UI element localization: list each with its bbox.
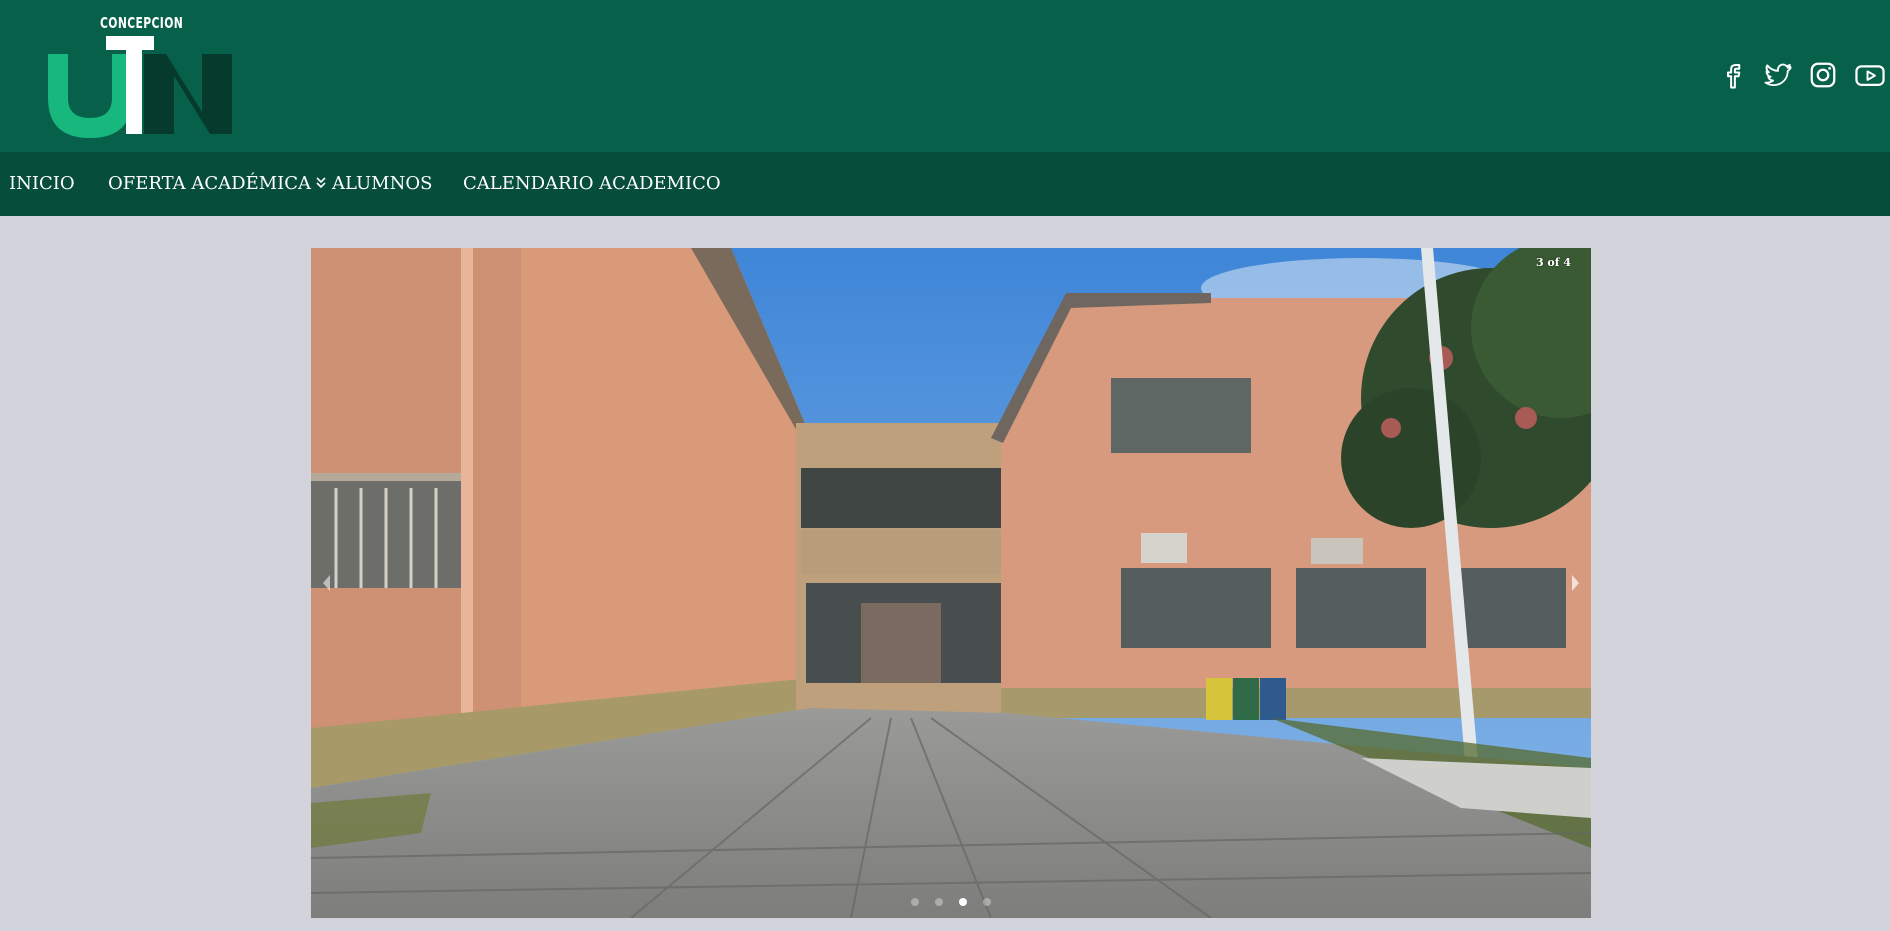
carousel-dot-1[interactable] [911, 898, 919, 906]
twitter-link[interactable] [1762, 58, 1794, 92]
chevron-right-icon [1572, 575, 1579, 591]
image-carousel[interactable]: 3 of 4 [311, 248, 1591, 918]
nav-item-inicio[interactable]: INICIO [9, 152, 75, 216]
building-facade-photo [311, 248, 1591, 918]
site-header: CONCEPCION [0, 0, 1890, 152]
logo-caption: CONCEPCION [100, 14, 184, 32]
double-chevron-down-icon [315, 152, 327, 216]
carousel-dots [311, 898, 1591, 906]
twitter-icon [1764, 63, 1792, 86]
carousel-dot-2[interactable] [935, 898, 943, 906]
nav-item-label: INICIO [9, 173, 75, 194]
nav-item-label: CALENDARIO ACADEMICO [463, 173, 721, 194]
facebook-icon [1727, 64, 1741, 89]
instagram-link[interactable] [1808, 58, 1838, 92]
main-nav: INICIO OFERTA ACADÉMICA ALUMNOS CALENDAR… [0, 152, 1890, 216]
nav-item-oferta-academica[interactable]: OFERTA ACADÉMICA [108, 152, 327, 216]
carousel-prev-button[interactable] [317, 570, 337, 596]
utn-logo[interactable]: CONCEPCION [40, 14, 240, 138]
youtube-icon [1855, 65, 1885, 86]
carousel-dot-4[interactable] [983, 898, 991, 906]
nav-item-label: OFERTA ACADÉMICA [108, 173, 312, 194]
carousel-next-button[interactable] [1565, 570, 1585, 596]
carousel-dot-3[interactable] [959, 898, 967, 906]
nav-item-alumnos[interactable]: ALUMNOS [332, 152, 432, 216]
youtube-link[interactable] [1854, 58, 1886, 92]
slide-counter: 3 of 4 [1535, 256, 1571, 269]
chevron-left-icon [323, 575, 330, 591]
instagram-icon [1810, 62, 1836, 88]
logo-mark [48, 36, 232, 138]
nav-item-label: ALUMNOS [332, 173, 433, 194]
nav-item-calendario-academico[interactable]: CALENDARIO ACADEMICO [463, 152, 721, 216]
facebook-link[interactable] [1718, 58, 1748, 92]
